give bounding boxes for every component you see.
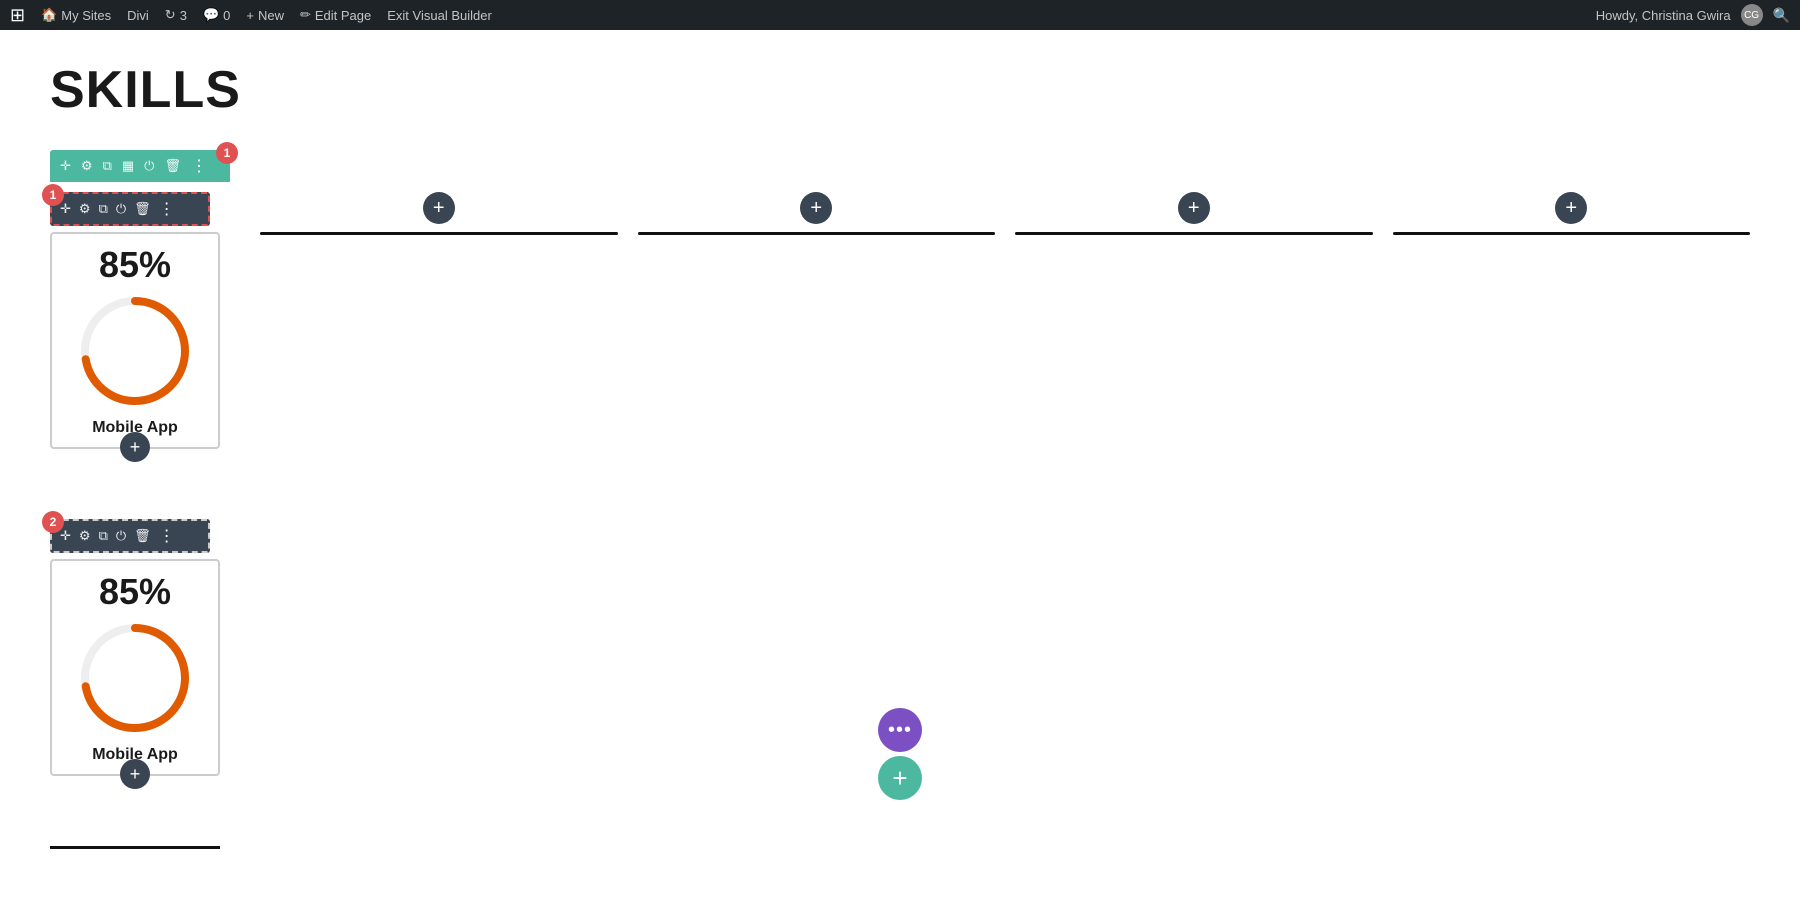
col-3-divider — [638, 232, 996, 235]
section-settings-icon[interactable]: ⚙ — [81, 158, 93, 174]
row2-settings-icon[interactable]: ⚙ — [79, 528, 91, 544]
comment-icon: 💬 — [203, 7, 219, 23]
row2-delete-icon[interactable]: 🗑 — [134, 528, 151, 544]
section-toolbar: ✛ ⚙ ⧉ ▦ ⏻ 🗑 ⋮ 1 — [50, 150, 230, 182]
section-columns-icon[interactable]: ▦ — [122, 158, 134, 174]
row2-more-icon[interactable]: ⋮ — [159, 526, 175, 546]
section-delete-icon[interactable]: 🗑 — [164, 158, 181, 174]
floating-buttons: ••• + — [878, 708, 922, 800]
section-badge: 1 — [216, 142, 238, 164]
module-card-1: 85% Mobile App + — [50, 232, 220, 449]
search-icon[interactable]: 🔍 — [1773, 7, 1790, 24]
howdy-text: Howdy, Christina Gwira — [1596, 8, 1731, 23]
admin-bar-right: Howdy, Christina Gwira CG 🔍 — [1596, 4, 1790, 26]
row1-disable-icon[interactable]: ⏻ — [116, 201, 126, 217]
module-1-wrapper: 1 ✛ ⚙ ⧉ ⏻ 🗑 ⋮ 85% — [50, 192, 220, 449]
col-3: + — [638, 192, 996, 235]
col-4: + — [1015, 192, 1373, 235]
col-4-divider — [1015, 232, 1373, 235]
col-4-add-btn[interactable]: + — [1178, 192, 1210, 224]
module-2-percent: 85% — [62, 571, 208, 613]
my-sites-icon: 🏠 — [41, 7, 57, 23]
module-2-circle — [75, 618, 195, 738]
module-col: 1 ✛ ⚙ ⧉ ⏻ 🗑 ⋮ 85% — [50, 192, 220, 849]
divi-link[interactable]: Divi — [127, 8, 149, 23]
avatar[interactable]: CG — [1741, 4, 1763, 26]
edit-page-link[interactable]: ✏ Edit Page — [300, 7, 371, 23]
row1-move-icon[interactable]: ✛ — [60, 201, 71, 217]
row-toolbar-2: 2 ✛ ⚙ ⧉ ⏻ 🗑 ⋮ — [50, 519, 210, 553]
section-disable-icon[interactable]: ⏻ — [144, 158, 154, 174]
section-more-icon[interactable]: ⋮ — [191, 156, 207, 176]
new-link[interactable]: + New — [246, 8, 284, 23]
col-2-divider — [260, 232, 618, 235]
row2-duplicate-icon[interactable]: ⧉ — [99, 528, 108, 544]
revisions-link[interactable]: ↻ 3 — [165, 7, 187, 23]
module-2-add-btn[interactable]: + — [120, 759, 150, 789]
col-5-add-btn[interactable]: + — [1555, 192, 1587, 224]
col-2: + — [260, 192, 618, 235]
row2-move-icon[interactable]: ✛ — [60, 528, 71, 544]
col-2-add-btn[interactable]: + — [423, 192, 455, 224]
wp-logo[interactable]: ⊞ — [10, 5, 25, 26]
exit-vb-link[interactable]: Exit Visual Builder — [387, 8, 492, 23]
col-5-divider — [1393, 232, 1751, 235]
module-2-wrapper: 2 ✛ ⚙ ⧉ ⏻ 🗑 ⋮ 85% — [50, 519, 220, 776]
col-5: + — [1393, 192, 1751, 235]
page-title: SKILLS — [50, 60, 1750, 120]
row1-duplicate-icon[interactable]: ⧉ — [99, 201, 108, 217]
col-3-add-btn[interactable]: + — [800, 192, 832, 224]
module-1-percent: 85% — [62, 244, 208, 286]
floating-add-btn[interactable]: + — [878, 756, 922, 800]
module-1-circle — [75, 291, 195, 411]
row-toolbar-1: 1 ✛ ⚙ ⧉ ⏻ 🗑 ⋮ — [50, 192, 210, 226]
revisions-icon: ↻ — [165, 7, 176, 23]
row1-more-icon[interactable]: ⋮ — [159, 199, 175, 219]
module-1-add-btn[interactable]: + — [120, 432, 150, 462]
section-move-icon[interactable]: ✛ — [60, 158, 71, 174]
floating-dots-btn[interactable]: ••• — [878, 708, 922, 752]
section-duplicate-icon[interactable]: ⧉ — [103, 158, 112, 174]
row1-settings-icon[interactable]: ⚙ — [79, 201, 91, 217]
row2-disable-icon[interactable]: ⏻ — [116, 528, 126, 544]
row-divider — [50, 846, 220, 849]
comments-link[interactable]: 💬 0 — [203, 7, 230, 23]
col-1: 1 ✛ ⚙ ⧉ ⏻ 🗑 ⋮ 85% — [50, 192, 240, 849]
admin-bar: ⊞ 🏠 My Sites Divi ↻ 3 💬 0 + New ✏ Edit P… — [0, 0, 1800, 30]
row1-delete-icon[interactable]: 🗑 — [134, 201, 151, 217]
module-card-2: 85% Mobile App + — [50, 559, 220, 776]
plus-icon: + — [246, 8, 254, 23]
pencil-icon: ✏ — [300, 7, 311, 23]
my-sites-link[interactable]: 🏠 My Sites — [41, 7, 111, 23]
